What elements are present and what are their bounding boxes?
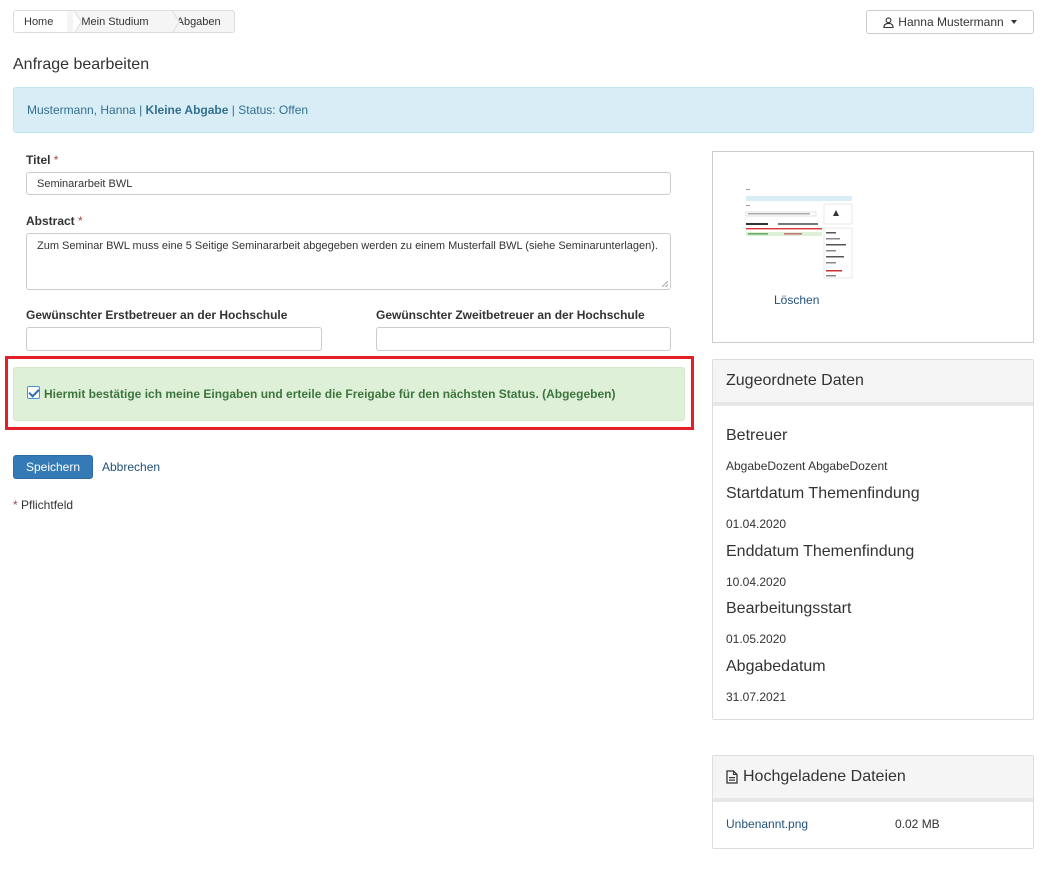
breadcrumb: Home Mein Studium Abgaben	[13, 10, 235, 33]
due-date-value: 31.07.2021	[726, 690, 787, 704]
abstract-label: Abstract *	[26, 214, 83, 228]
info-assignment: Kleine Abgabe	[145, 103, 229, 117]
first-supervisor-label: Gewünschter Erstbetreuer an der Hochschu…	[26, 308, 288, 322]
supervisor-label: Betreuer	[726, 427, 788, 444]
cancel-link[interactable]: Abbrechen	[102, 460, 160, 474]
confirm-checkbox[interactable]	[27, 386, 40, 399]
delete-file-link[interactable]: Löschen	[774, 293, 819, 307]
start-topic-value: 01.04.2020	[726, 517, 787, 531]
title-input[interactable]: Seminararbeit BWL	[26, 172, 671, 195]
save-button[interactable]: Speichern	[13, 455, 93, 479]
required-note: * Pflichtfeld	[13, 498, 74, 512]
uploaded-files-heading: Hochgeladene Dateien	[713, 756, 1033, 802]
page-title: Anfrage bearbeiten	[13, 56, 150, 73]
start-topic-label: Startdatum Themenfindung	[726, 485, 920, 502]
file-text-icon	[726, 770, 738, 784]
caret-down-icon	[1010, 20, 1017, 24]
required-marker: *	[53, 153, 59, 167]
info-status: Status: Offen	[238, 103, 309, 117]
user-icon	[883, 16, 894, 28]
assigned-data-list: Betreuer AbgabeDozent AbgabeDozent Start…	[713, 427, 1033, 704]
assigned-data-panel: Zugeordnete Daten Betreuer AbgabeDozent …	[712, 359, 1034, 720]
user-name: Hanna Mustermann	[898, 15, 1004, 29]
work-start-value: 01.05.2020	[726, 632, 787, 646]
title-label: Titel *	[26, 153, 59, 167]
abstract-textarea[interactable]: Zum Seminar BWL muss eine 5 Seitige Semi…	[26, 233, 671, 290]
uploaded-image-thumbnail[interactable]	[744, 186, 854, 288]
preview-panel: Löschen	[712, 151, 1034, 343]
end-topic-value: 10.04.2020	[726, 575, 787, 589]
info-student-name: Mustermann, Hanna	[27, 103, 136, 117]
assigned-data-heading: Zugeordnete Daten	[713, 360, 1033, 406]
first-supervisor-input[interactable]	[26, 327, 322, 351]
end-topic-label: Enddatum Themenfindung	[726, 543, 915, 560]
due-date-label: Abgabedatum	[726, 658, 826, 675]
info-bar: Mustermann, Hanna | Kleine Abgabe | Stat…	[13, 87, 1034, 133]
user-menu-button[interactable]: Hanna Mustermann	[866, 10, 1034, 34]
supervisor-value: AbgabeDozent AbgabeDozent	[726, 459, 888, 473]
confirm-text[interactable]: Hiermit bestätige ich meine Eingaben und…	[44, 387, 615, 401]
file-row: Unbenannt.png 0.02 MB	[726, 802, 1020, 846]
breadcrumb-home[interactable]: Home	[14, 11, 83, 32]
second-supervisor-input[interactable]	[376, 327, 671, 351]
work-start-label: Bearbeitungsstart	[726, 600, 852, 617]
second-supervisor-label: Gewünschter Zweitbetreuer an der Hochsch…	[376, 308, 645, 322]
resize-grip-icon[interactable]	[662, 281, 668, 287]
confirm-release-alert: Hiermit bestätige ich meine Eingaben und…	[13, 367, 685, 421]
uploaded-files-list: Unbenannt.png 0.02 MB	[713, 802, 1033, 846]
uploaded-files-panel: Hochgeladene Dateien Unbenannt.png 0.02 …	[712, 755, 1034, 849]
file-size: 0.02 MB	[895, 817, 940, 831]
file-name-link[interactable]: Unbenannt.png	[726, 817, 895, 831]
